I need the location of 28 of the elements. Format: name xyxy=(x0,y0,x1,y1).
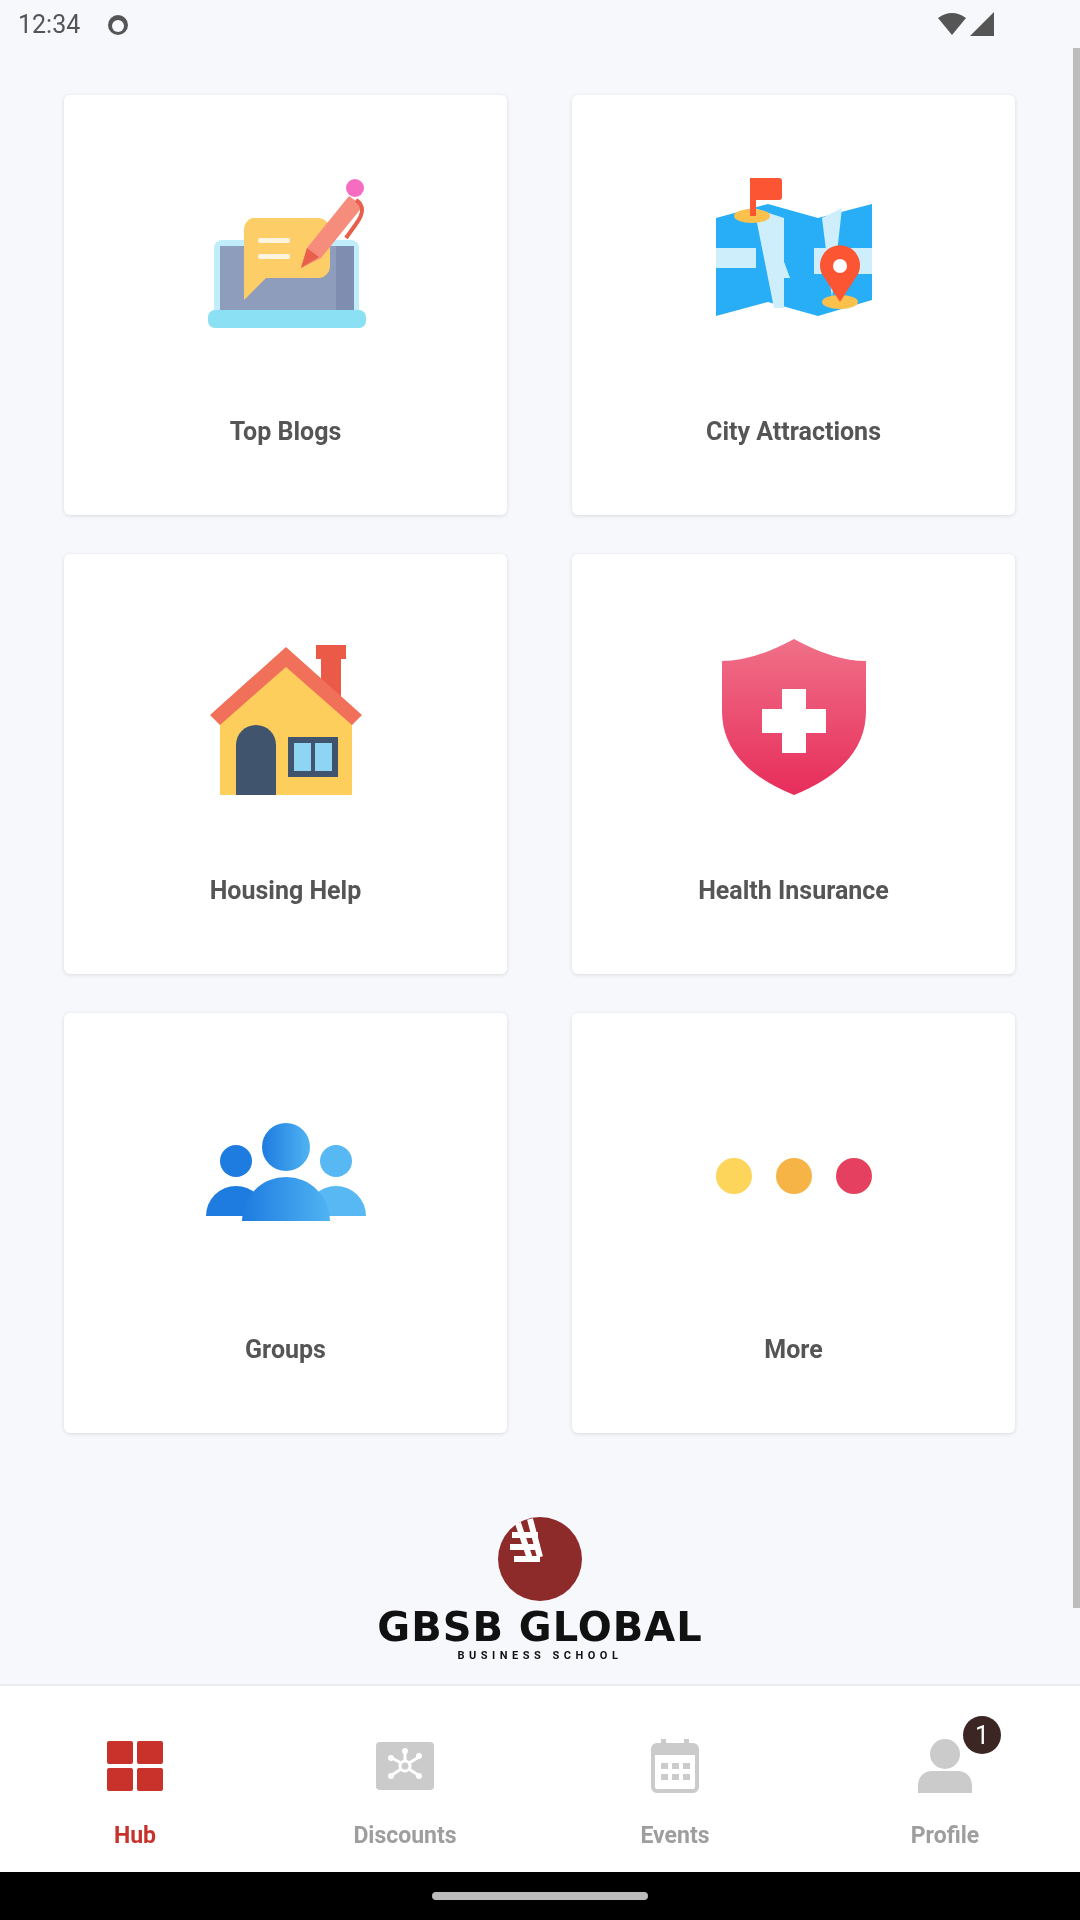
calendar-icon xyxy=(651,1739,699,1793)
logo-emblem-icon xyxy=(498,1517,582,1601)
network-icon xyxy=(376,1742,434,1790)
nav-tab[interactable]: Hub xyxy=(0,1686,270,1872)
tile-label: More xyxy=(764,1335,823,1364)
signal-icon xyxy=(970,12,994,36)
tile-card[interactable]: City Attractions xyxy=(572,95,1015,515)
tile-label: Health Insurance xyxy=(698,876,889,905)
tile-label: City Attractions xyxy=(706,417,881,446)
tile-card[interactable]: Groups xyxy=(64,1013,507,1433)
three-dots-icon xyxy=(713,1156,874,1196)
person-icon xyxy=(918,1739,972,1793)
logo-subtitle: BUSINESS SCHOOL xyxy=(457,1649,623,1662)
status-time: 12:34 xyxy=(18,9,81,39)
tile-card[interactable]: More xyxy=(572,1013,1015,1433)
grid-icon xyxy=(107,1741,163,1791)
tile-card[interactable]: Housing Help xyxy=(64,554,507,974)
scrollbar[interactable] xyxy=(1073,48,1080,1608)
tile-card[interactable]: Health Insurance xyxy=(572,554,1015,974)
tile-label: Groups xyxy=(245,1335,326,1364)
nav-tab[interactable]: 1 Profile xyxy=(810,1686,1080,1872)
tile-card[interactable]: Top Blogs xyxy=(64,95,507,515)
logo-name: GBSB GLOBAL xyxy=(377,1607,703,1647)
wifi-icon xyxy=(938,13,966,35)
tile-label: Housing Help xyxy=(209,876,362,905)
notification-badge: 1 xyxy=(963,1716,1001,1754)
tile-label: Top Blogs xyxy=(229,417,342,446)
home-indicator[interactable] xyxy=(432,1892,648,1900)
